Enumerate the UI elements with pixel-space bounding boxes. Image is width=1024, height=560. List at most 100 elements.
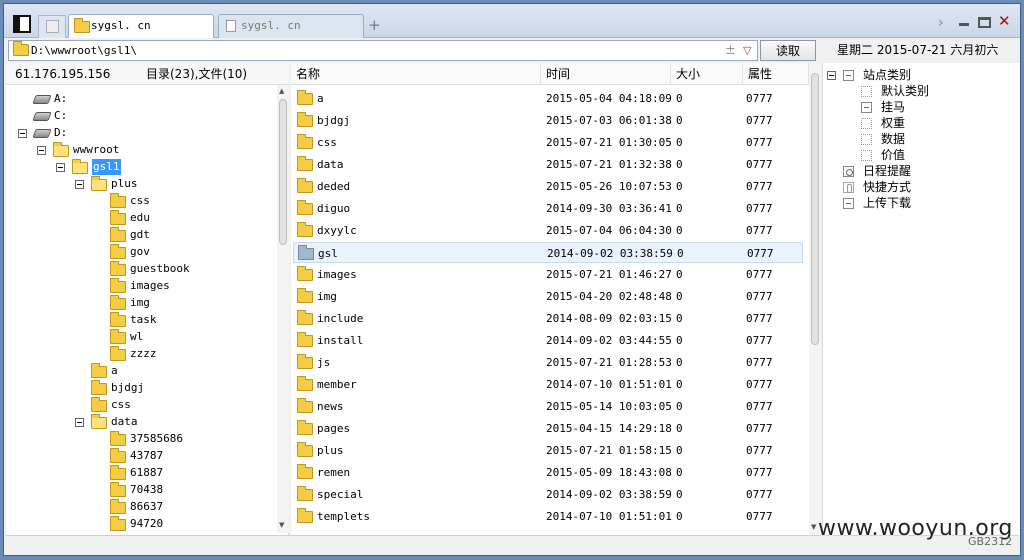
file-name: include: [317, 312, 364, 325]
tree-folder[interactable]: gsl1: [6, 159, 274, 175]
collapse-icon[interactable]: [75, 180, 84, 189]
table-row[interactable]: css 2015-07-21 01:30:05 0 0777: [293, 132, 803, 153]
file-size: 0: [676, 444, 683, 457]
table-row[interactable]: img 2015-04-20 02:48:48 0 0777: [293, 286, 803, 307]
table-row[interactable]: dxyylc 2015-07-04 06:04:30 0 0777: [293, 220, 803, 241]
tree-folder[interactable]: edu: [6, 210, 274, 226]
column-size[interactable]: 大小: [671, 63, 743, 85]
tree-folder[interactable]: img: [6, 295, 274, 311]
side-tree-label: 挂马: [881, 100, 906, 114]
collapse-icon[interactable]: [56, 163, 65, 172]
file-size: 0: [676, 114, 683, 127]
tree-folder[interactable]: 94720: [6, 516, 274, 532]
side-tree-item[interactable]: 站点类别: [823, 67, 1013, 83]
table-row[interactable]: member 2014-07-10 01:51:01 0 0777: [293, 374, 803, 395]
path-input[interactable]: [31, 42, 711, 59]
tree-folder[interactable]: 43787: [6, 448, 274, 464]
side-tree-item[interactable]: 日程提醒: [823, 163, 1013, 179]
scroll-down-icon[interactable]: ▼: [811, 523, 816, 531]
tree-folder[interactable]: a: [6, 363, 274, 379]
table-row[interactable]: news 2015-05-14 10:03:05 0 0777: [293, 396, 803, 417]
tab-inactive[interactable]: sygsl. cn: [218, 14, 364, 38]
folder-icon: [297, 156, 313, 171]
folder-icon: [297, 200, 313, 215]
file-time: 2015-05-14 10:03:05: [546, 400, 672, 413]
chevron-right-icon[interactable]: ›: [938, 16, 944, 30]
column-time[interactable]: 时间: [541, 63, 671, 85]
tree-folder[interactable]: 61887: [6, 465, 274, 481]
table-row[interactable]: gsl 2014-09-02 03:38:59 0 0777: [293, 242, 803, 263]
tree-folder[interactable]: gov: [6, 244, 274, 260]
side-tree-item[interactable]: 数据: [823, 131, 1013, 147]
tree-folder[interactable]: images: [6, 278, 274, 294]
collapse-icon[interactable]: [18, 129, 27, 138]
scroll-down-icon[interactable]: ▼: [279, 521, 284, 529]
tree-folder[interactable]: bjdgj: [6, 380, 274, 396]
tree-folder[interactable]: data: [6, 414, 274, 430]
tree-folder[interactable]: 37585686: [6, 431, 274, 447]
side-tree-item[interactable]: 默认类别: [823, 83, 1013, 99]
collapse-icon[interactable]: [75, 418, 84, 427]
table-row[interactable]: install 2014-09-02 03:44:55 0 0777: [293, 330, 803, 351]
maximize-icon[interactable]: [978, 17, 991, 28]
side-tree-item[interactable]: 上传下载: [823, 195, 1013, 211]
tree-folder[interactable]: wwwroot: [6, 142, 274, 158]
folder-icon: [297, 310, 313, 325]
file-size: 0: [676, 488, 683, 501]
table-row[interactable]: diguo 2014-09-30 03:36:41 0 0777: [293, 198, 803, 219]
table-row[interactable]: plus 2015-07-21 01:58:15 0 0777: [293, 440, 803, 461]
chevron-down-icon[interactable]: ▽: [743, 41, 751, 60]
tree-folder[interactable]: wl: [6, 329, 274, 345]
add-path-icon[interactable]: ±: [725, 41, 736, 60]
scroll-thumb[interactable]: [279, 99, 287, 245]
tree-drive[interactable]: A:: [6, 91, 274, 107]
tree-folder[interactable]: 70438: [6, 482, 274, 498]
tree-folder[interactable]: zzzz: [6, 346, 274, 362]
table-row[interactable]: images 2015-07-21 01:46:27 0 0777: [293, 264, 803, 285]
file-name: plus: [317, 444, 344, 457]
scroll-up-icon[interactable]: ▲: [279, 87, 284, 95]
tree-scrollbar[interactable]: ▲ ▼: [277, 85, 289, 533]
tree-folder[interactable]: css: [6, 193, 274, 209]
side-tree-item[interactable]: 快捷方式: [823, 179, 1013, 195]
tree-folder[interactable]: task: [6, 312, 274, 328]
side-tree-item[interactable]: 权重: [823, 115, 1013, 131]
column-name[interactable]: 名称: [291, 63, 541, 85]
tree-folder[interactable]: gdt: [6, 227, 274, 243]
minimize-icon[interactable]: [959, 23, 969, 26]
tree-drive[interactable]: D:: [6, 125, 274, 141]
close-icon[interactable]: ✕: [998, 14, 1011, 29]
table-row[interactable]: templets 2014-07-10 01:51:01 0 0777: [293, 506, 803, 527]
tree-folder[interactable]: css: [6, 397, 274, 413]
tab-blank[interactable]: [38, 15, 66, 38]
tab-active[interactable]: sygsl. cn: [68, 14, 214, 38]
table-row[interactable]: a 2015-05-04 04:18:09 0 0777: [293, 88, 803, 109]
table-row[interactable]: deded 2015-05-26 10:07:53 0 0777: [293, 176, 803, 197]
tree-folder[interactable]: plus: [6, 176, 274, 192]
collapse-icon[interactable]: [827, 71, 836, 80]
list-scrollbar[interactable]: ▼: [809, 63, 821, 535]
file-attr: 0777: [746, 114, 773, 127]
table-row[interactable]: special 2014-09-02 03:38:59 0 0777: [293, 484, 803, 505]
table-row[interactable]: data 2015-07-21 01:32:38 0 0777: [293, 154, 803, 175]
table-row[interactable]: include 2014-08-09 02:03:15 0 0777: [293, 308, 803, 329]
table-row[interactable]: pages 2015-04-15 14:29:18 0 0777: [293, 418, 803, 439]
new-tab-button[interactable]: +: [368, 18, 381, 33]
side-tree-label: 权重: [881, 116, 906, 130]
table-row[interactable]: remen 2015-05-09 18:43:08 0 0777: [293, 462, 803, 483]
panel-toggle-icon[interactable]: [13, 15, 31, 33]
folder-icon: [110, 193, 126, 208]
table-row[interactable]: bjdgj 2015-07-03 06:01:38 0 0777: [293, 110, 803, 131]
tree-drive[interactable]: C:: [6, 108, 274, 124]
scroll-thumb[interactable]: [811, 73, 819, 345]
tree-label: 86637: [130, 500, 164, 513]
side-tree-item[interactable]: 挂马: [823, 99, 1013, 115]
side-tree-item[interactable]: 价值: [823, 147, 1013, 163]
tree-folder[interactable]: 86637: [6, 499, 274, 515]
collapse-icon[interactable]: [37, 146, 46, 155]
tree-folder[interactable]: guestbook: [6, 261, 274, 277]
read-button[interactable]: 读取: [760, 40, 816, 61]
table-row[interactable]: js 2015-07-21 01:28:53 0 0777: [293, 352, 803, 373]
file-attr: 0777: [746, 268, 773, 281]
column-attr[interactable]: 属性: [743, 63, 809, 85]
